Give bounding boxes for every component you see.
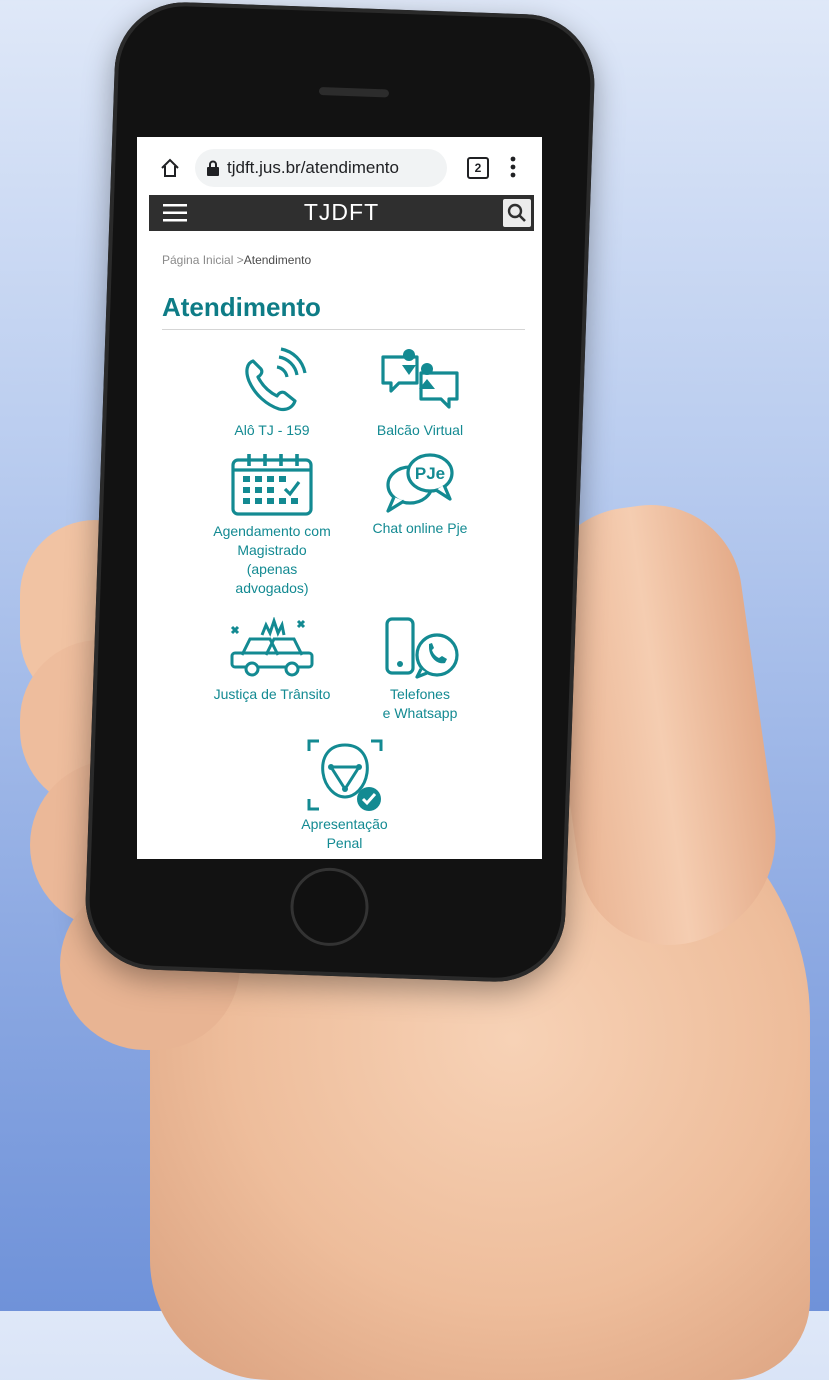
more-menu-icon[interactable] [510, 155, 516, 179]
search-button[interactable] [503, 199, 531, 227]
search-icon [507, 203, 526, 222]
tab-switcher-icon[interactable]: 2 [467, 157, 489, 179]
svg-text:PJe: PJe [415, 464, 445, 483]
breadcrumb-current: Atendimento [243, 253, 312, 267]
address-bar[interactable]: tjdft.jus.br/atendimento [195, 149, 447, 187]
service-label-line: Penal [326, 835, 363, 851]
service-label-line: Apresentação [301, 816, 388, 832]
service-label: Justiça de Trânsito [213, 686, 331, 702]
phone-screen: tjdft.jus.br/atendimento 2 TJDFT Página … [137, 137, 542, 859]
site-logo[interactable]: TJDFT [149, 199, 534, 226]
url-text: tjdft.jus.br/atendimento [227, 158, 399, 177]
car-crash-icon [230, 617, 314, 677]
service-label: Balcão Virtual [376, 422, 464, 438]
face-check-icon [307, 739, 382, 811]
service-label-line: Magistrado [237, 542, 307, 558]
service-telefones-whatsapp[interactable]: Telefones e Whatsapp [350, 617, 490, 723]
service-agendamento[interactable]: Agendamento com Magistrado (apenas advog… [197, 452, 347, 598]
whatsapp-icon [385, 617, 459, 679]
site-header: TJDFT [149, 195, 534, 231]
service-chat-pje[interactable]: PJe Chat online Pje [350, 449, 490, 538]
breadcrumb: Página Inicial >Atendimento [162, 253, 311, 267]
chat-users-icon [381, 349, 459, 409]
page-title: Atendimento [162, 292, 321, 322]
browser-toolbar: tjdft.jus.br/atendimento 2 [137, 137, 542, 195]
service-apresentacao-penal[interactable]: Apresentação Penal [272, 737, 417, 853]
breadcrumb-home-link[interactable]: Página Inicial [162, 253, 233, 267]
pje-chat-icon: PJe [386, 453, 454, 513]
lock-icon [207, 160, 219, 176]
service-label-line: (apenas [246, 561, 298, 577]
service-alo-tj[interactable]: Alô TJ - 159 [197, 347, 347, 440]
title-divider [162, 329, 525, 330]
calendar-icon [231, 454, 313, 516]
service-label-line: Telefones [390, 686, 450, 702]
service-label-line: advogados) [235, 580, 309, 596]
service-justica-transito[interactable]: Justiça de Trânsito [197, 617, 347, 704]
home-icon[interactable] [159, 157, 181, 179]
phone-earpiece [318, 87, 390, 98]
service-label: Chat online Pje [372, 520, 468, 536]
breadcrumb-separator: > [236, 253, 244, 267]
service-balcao-virtual[interactable]: Balcão Virtual [350, 347, 490, 440]
phone-icon [245, 347, 307, 412]
service-label: Alô TJ - 159 [234, 422, 310, 438]
service-label-line: Agendamento com [213, 523, 331, 539]
phone-home-button[interactable] [289, 866, 370, 948]
service-label-line: e Whatsapp [382, 705, 458, 721]
